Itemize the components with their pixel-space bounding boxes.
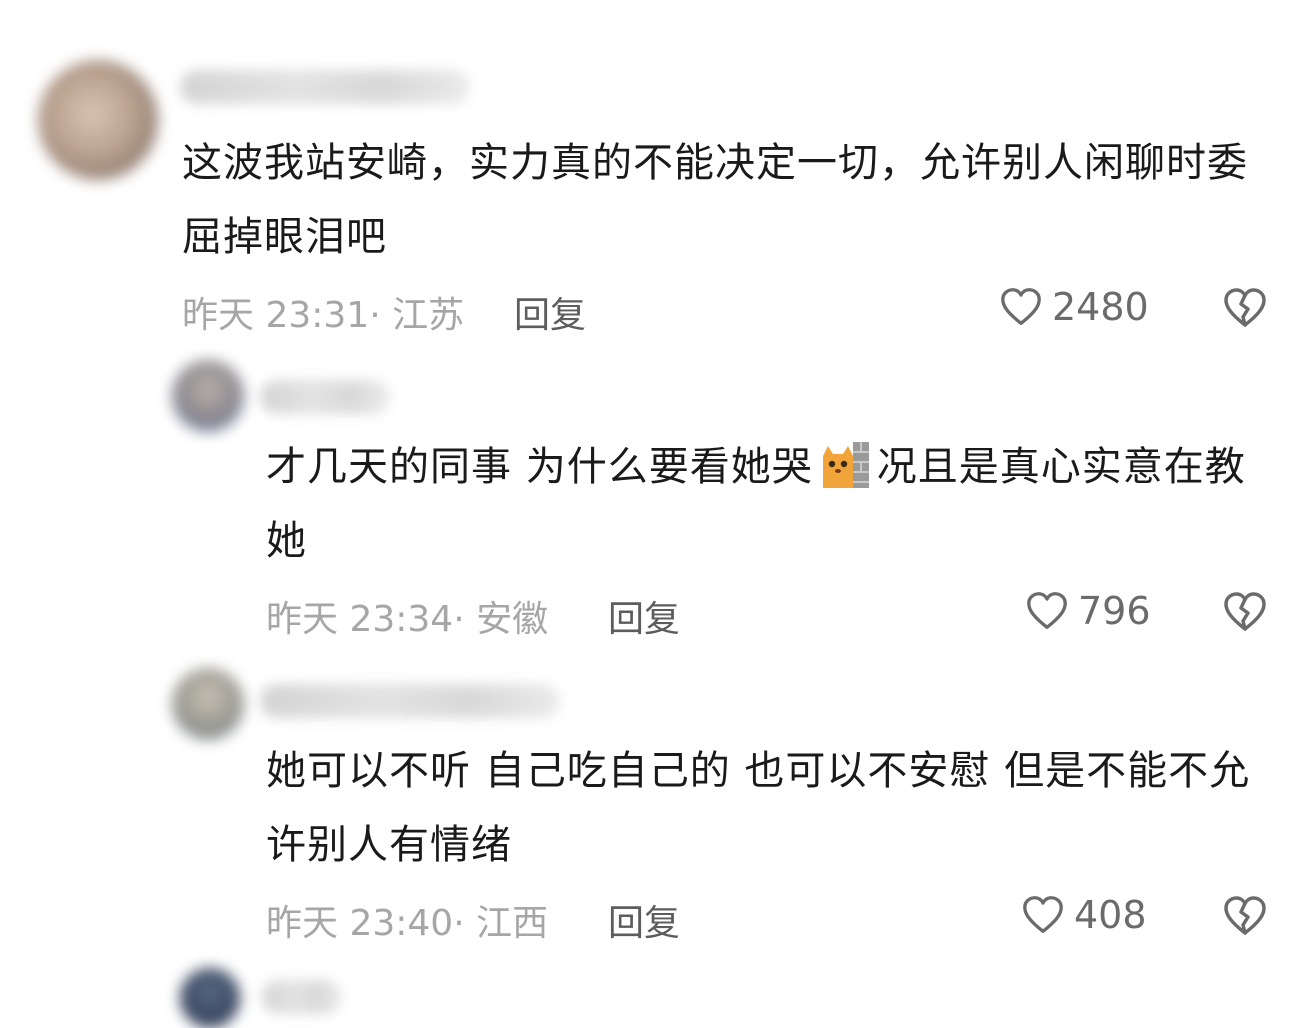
- comment-meta: 昨天 23:40· 江西: [266, 903, 549, 944]
- comment-text-part: 才几天的同事 为什么要看她哭: [266, 444, 813, 490]
- dislike-button[interactable]: [1221, 588, 1269, 636]
- reply-comment-item: 她可以不听 自己吃自己的 也可以不安慰 但是不能不允许别人有情绪 昨天 23:4…: [0, 660, 1313, 960]
- comment-meta: 昨天 23:31· 江苏: [182, 295, 465, 336]
- comment-meta: 昨天 23:34· 安徽: [266, 599, 549, 640]
- username[interactable]: [262, 980, 342, 1014]
- username[interactable]: [260, 684, 560, 718]
- like-count: 2480: [1052, 285, 1149, 329]
- username[interactable]: [180, 70, 470, 104]
- avatar[interactable]: [172, 668, 244, 740]
- comment-text: 才几天的同事 为什么要看她哭 况且是真心实意在教她: [266, 430, 1266, 578]
- broken-heart-icon: [1224, 288, 1266, 327]
- broken-heart-icon: [1224, 592, 1266, 631]
- like-button[interactable]: 796: [1024, 588, 1151, 634]
- like-count: 796: [1078, 589, 1151, 633]
- dislike-button[interactable]: [1221, 284, 1269, 332]
- reply-comment-item: 才几天的同事 为什么要看她哭 况且是真心实意在教她 昨天 23:34· 安徽 回…: [0, 340, 1313, 660]
- like-button[interactable]: 408: [1020, 892, 1147, 938]
- comment-text: 她可以不听 自己吃自己的 也可以不安慰 但是不能不允许别人有情绪: [266, 748, 1251, 868]
- avatar[interactable]: [172, 360, 244, 432]
- cat-wall-emoji: [819, 438, 871, 492]
- avatar[interactable]: [38, 60, 158, 180]
- avatar[interactable]: [180, 968, 240, 1028]
- dislike-button[interactable]: [1221, 892, 1269, 940]
- reply-button[interactable]: 回复: [514, 286, 586, 338]
- reply-button[interactable]: 回复: [608, 590, 680, 642]
- reply-button[interactable]: 回复: [608, 894, 680, 946]
- heart-outline-icon: [1001, 288, 1041, 325]
- broken-heart-icon: [1224, 896, 1266, 935]
- reply-comment-item: [0, 960, 1313, 1028]
- comment-text: 这波我站安崎，实力真的不能决定一切，允许别人闲聊时委屈掉眼泪吧: [182, 140, 1248, 260]
- like-count: 408: [1074, 893, 1147, 937]
- heart-outline-icon: [1027, 592, 1067, 629]
- heart-outline-icon: [1023, 896, 1063, 933]
- comment-item: 这波我站安崎，实力真的不能决定一切，允许别人闲聊时委屈掉眼泪吧 昨天 23:31…: [0, 0, 1313, 340]
- like-button[interactable]: 2480: [998, 284, 1149, 330]
- username[interactable]: [260, 380, 390, 414]
